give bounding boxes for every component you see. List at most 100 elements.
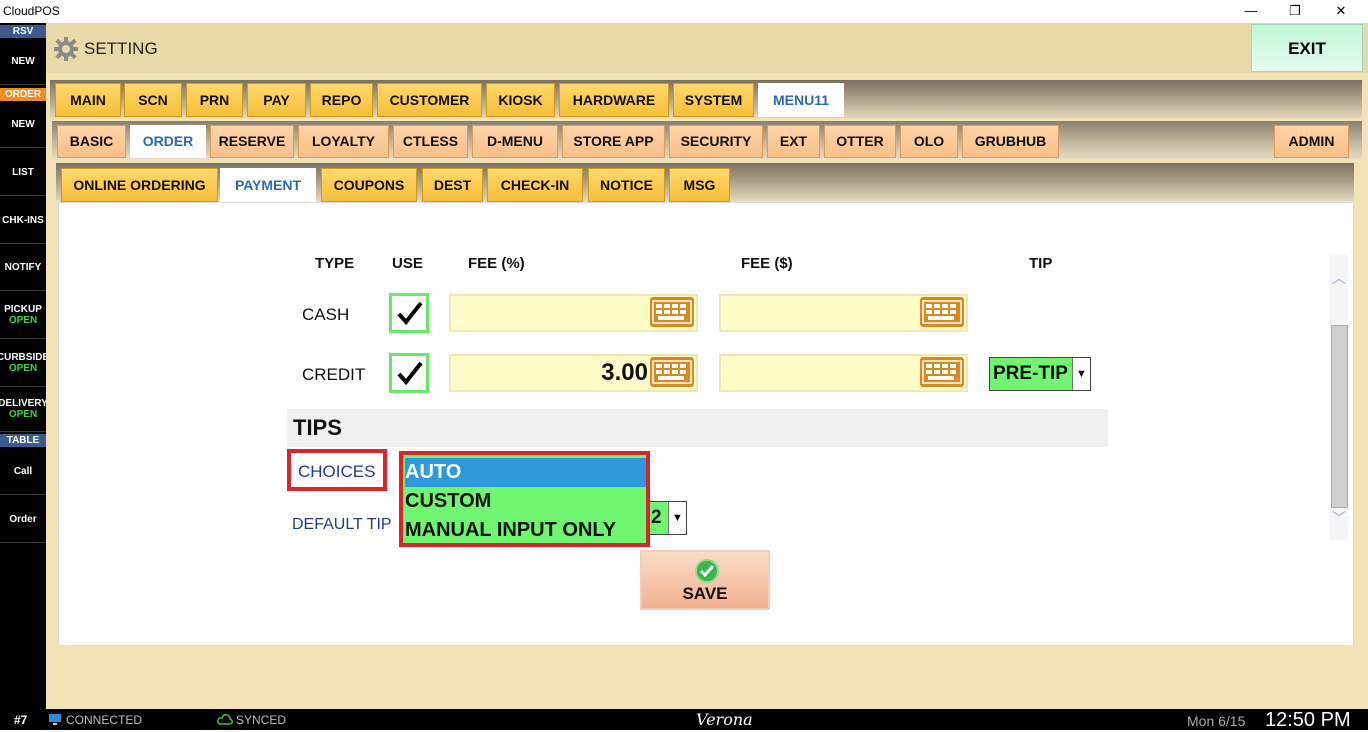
- station-number: #7: [14, 713, 28, 727]
- tab-main-prn[interactable]: PRN: [186, 83, 243, 117]
- minimize-button[interactable]: —: [1228, 0, 1274, 23]
- monitor-icon: [49, 714, 61, 725]
- choices-label: CHOICES: [298, 462, 376, 481]
- tab-sub-ctless[interactable]: CTLESS: [393, 125, 468, 158]
- scrollbar-thumb[interactable]: [1331, 325, 1348, 508]
- restore-button[interactable]: ❐: [1272, 0, 1318, 23]
- scroll-down-icon[interactable]: ﹀: [1330, 508, 1348, 528]
- col-fee-percent: FEE (%): [468, 255, 525, 272]
- list-label: LIST: [12, 166, 34, 178]
- tab-sec-coupons[interactable]: COUPONS: [321, 168, 417, 202]
- col-use: USE: [392, 255, 423, 272]
- cash-use-checkbox[interactable]: [389, 293, 429, 333]
- tab-sub-store-app[interactable]: STORE APP: [562, 125, 665, 158]
- credit-tip-select[interactable]: PRE-TIP ▼: [989, 357, 1091, 391]
- curbside-label: CURBSIDE: [0, 352, 46, 363]
- default-tip-label: DEFAULT TIP: [292, 516, 392, 533]
- tab-admin[interactable]: ADMIN: [1274, 125, 1349, 158]
- rsv-new-label: NEW: [11, 55, 35, 67]
- tab-main-main[interactable]: MAIN: [55, 83, 121, 117]
- keyboard-icon[interactable]: [650, 297, 694, 327]
- close-button[interactable]: ✕: [1318, 0, 1364, 23]
- call-label: Call: [13, 465, 33, 477]
- table-header: TABLE: [0, 434, 46, 447]
- credit-use-checkbox[interactable]: [389, 353, 429, 393]
- default-tip-select[interactable]: 2 ▼: [647, 501, 687, 535]
- pickup-button[interactable]: PICKUP OPEN: [0, 292, 46, 339]
- status-date: Mon 6/15: [1187, 713, 1246, 729]
- tab-sub-grubhub[interactable]: GRUBHUB: [962, 125, 1059, 158]
- tab-main-kiosk[interactable]: KIOSK: [486, 83, 555, 117]
- connection-status: CONNECTED: [66, 713, 143, 727]
- tab-sub-loyalty[interactable]: LOYALTY: [298, 125, 389, 158]
- list-button[interactable]: LIST: [0, 149, 46, 196]
- tab-sec-msg[interactable]: MSG: [669, 168, 730, 202]
- chevron-down-icon: ▼: [668, 502, 686, 534]
- sync-status: SYNCED: [236, 713, 287, 727]
- tab-main-system[interactable]: SYSTEM: [673, 83, 754, 117]
- tab-sec-online-ordering[interactable]: ONLINE ORDERING: [61, 168, 218, 202]
- delivery-button[interactable]: DELIVERY OPEN: [0, 387, 46, 432]
- tab-sec-notice[interactable]: NOTICE: [588, 168, 665, 202]
- dropdown-option-manual-input-only[interactable]: MANUAL INPUT ONLY: [405, 516, 646, 545]
- window-titlebar: CloudPOS — ❐ ✕: [0, 0, 1368, 23]
- tab-sub-olo[interactable]: OLO: [900, 125, 958, 158]
- delivery-label: DELIVERY: [0, 398, 46, 409]
- tab-main-scn[interactable]: SCN: [124, 83, 182, 117]
- notify-button[interactable]: NOTIFY: [0, 244, 46, 291]
- page-title: SETTING: [84, 39, 158, 58]
- store-name: Verona: [696, 710, 753, 729]
- chevron-down-icon: ▼: [1072, 358, 1090, 390]
- save-button[interactable]: SAVE: [640, 550, 770, 610]
- tips-section-header: TIPS: [287, 409, 1108, 447]
- keyboard-icon[interactable]: [920, 357, 964, 387]
- checkmark-icon: [397, 361, 423, 386]
- gear-icon: [54, 37, 78, 61]
- chk-ins-button[interactable]: CHK-INS: [0, 197, 46, 244]
- exit-button[interactable]: EXIT: [1251, 24, 1363, 72]
- keyboard-icon[interactable]: [920, 297, 964, 327]
- col-type: TYPE: [315, 255, 355, 272]
- curbside-status: OPEN: [8, 363, 38, 374]
- tab-sub-reserve[interactable]: RESERVE: [210, 125, 294, 158]
- status-time: 12:50 PM: [1265, 709, 1351, 731]
- call-button[interactable]: Call: [0, 448, 46, 495]
- col-tip: TIP: [1029, 255, 1053, 272]
- rsv-new-button[interactable]: NEW: [0, 38, 46, 85]
- rsv-header: RSV: [0, 25, 46, 38]
- order-label: Order: [9, 513, 37, 525]
- order-button[interactable]: Order: [0, 496, 46, 543]
- tab-main-menu11[interactable]: MENU11: [758, 83, 844, 117]
- tab-sub-basic[interactable]: BASIC: [57, 125, 126, 158]
- left-sidebar: RSV NEW ORDER NEW LIST CHK-INS NOTIFY PI…: [0, 23, 46, 709]
- pickup-status: OPEN: [8, 315, 38, 326]
- tab-sub-order[interactable]: ORDER: [130, 125, 206, 158]
- tab-sub-ext[interactable]: EXT: [767, 125, 820, 158]
- pickup-label: PICKUP: [4, 304, 42, 315]
- tab-main-hardware[interactable]: HARDWARE: [559, 83, 669, 117]
- cloud-icon: [217, 714, 233, 725]
- check-icon: [695, 559, 719, 583]
- tab-sec-payment[interactable]: PAYMENT: [220, 168, 316, 202]
- tab-sub-security[interactable]: SECURITY: [669, 125, 763, 158]
- order-new-button[interactable]: NEW: [0, 101, 46, 148]
- dropdown-option-auto[interactable]: AUTO: [405, 458, 646, 487]
- dropdown-option-custom[interactable]: CUSTOM: [405, 487, 646, 516]
- scroll-up-icon[interactable]: ︿: [1330, 268, 1348, 288]
- curbside-button[interactable]: CURBSIDE OPEN: [0, 340, 46, 387]
- chk-ins-label: CHK-INS: [2, 214, 44, 226]
- tab-main-customer[interactable]: CUSTOMER: [377, 83, 482, 117]
- tab-sec-check-in[interactable]: CHECK-IN: [487, 168, 583, 202]
- window-title: CloudPOS: [3, 4, 60, 18]
- order-header: ORDER: [0, 88, 46, 101]
- status-bar: #7 CONNECTED SYNCED Verona Mon 6/15 12:5…: [0, 709, 1368, 731]
- tab-sec-dest[interactable]: DEST: [422, 168, 483, 202]
- tab-sub-d-menu[interactable]: D-MENU: [472, 125, 558, 158]
- tab-main-pay[interactable]: PAY: [247, 83, 306, 117]
- cash-label: CASH: [302, 305, 350, 324]
- tab-sub-otter[interactable]: OTTER: [824, 125, 896, 158]
- credit-label: CREDIT: [302, 365, 366, 384]
- tab-main-repo[interactable]: REPO: [310, 83, 373, 117]
- credit-tip-value: PRE-TIP: [993, 363, 1068, 384]
- keyboard-icon[interactable]: [650, 357, 694, 387]
